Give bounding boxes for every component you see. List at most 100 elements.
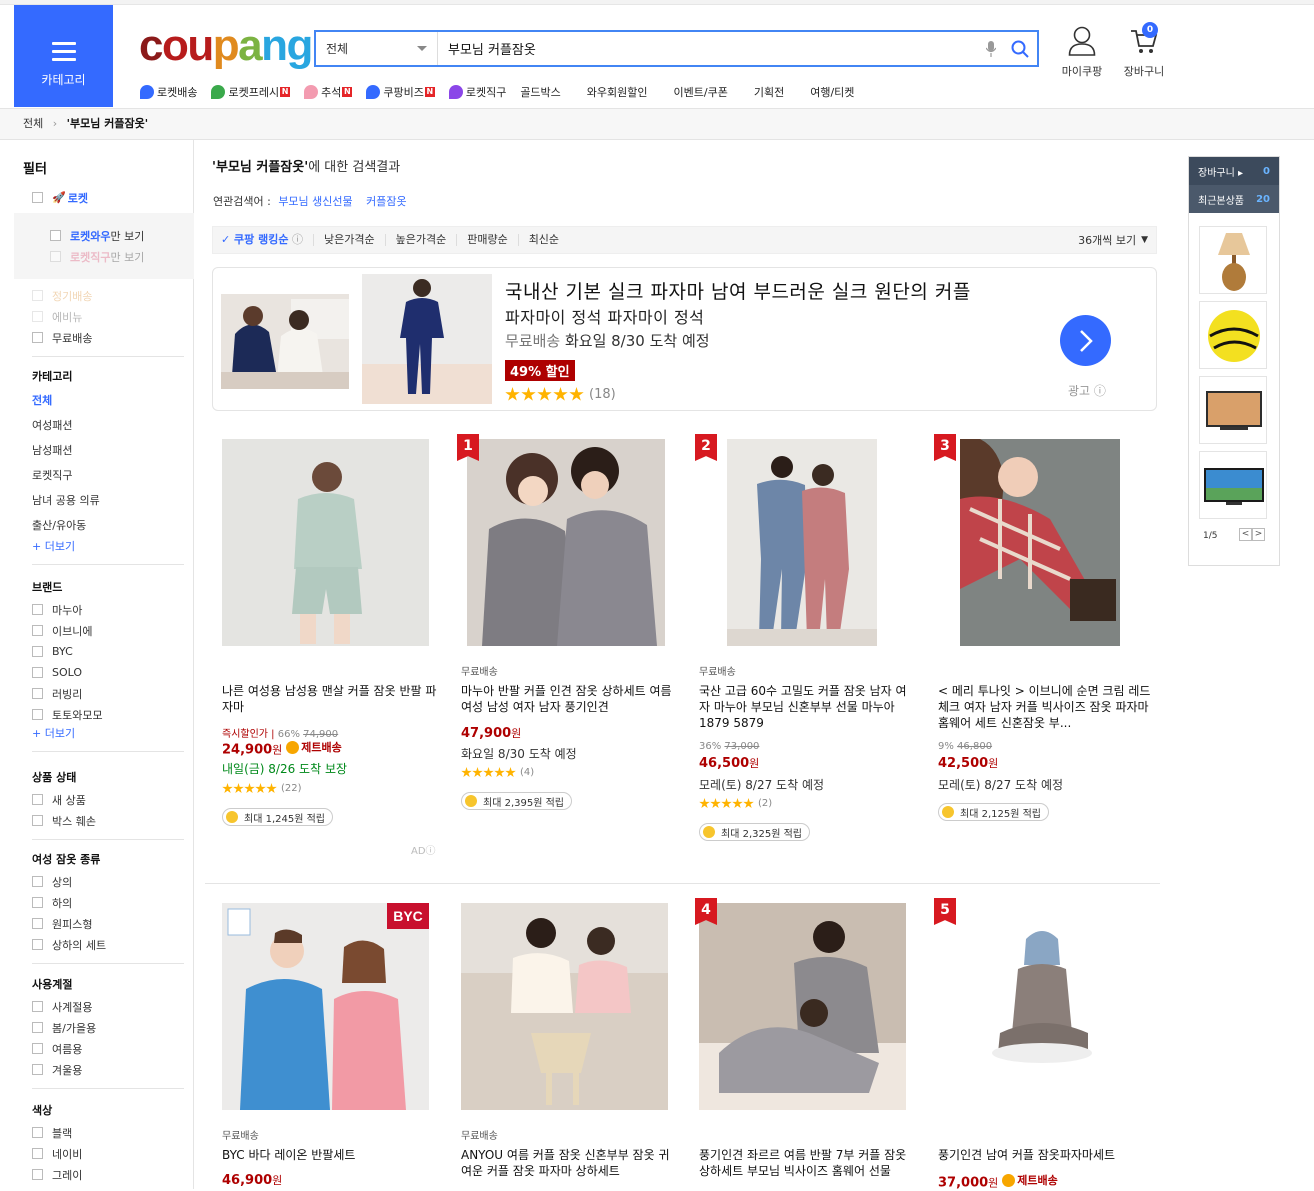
checkbox[interactable]: [32, 311, 43, 322]
menu-item[interactable]: 이벤트/쿠폰: [674, 84, 728, 100]
checkbox[interactable]: [32, 918, 43, 929]
product-image[interactable]: [960, 439, 1120, 646]
checkbox[interactable]: [32, 1043, 43, 1054]
season-filter-option[interactable]: 겨울용: [32, 1059, 192, 1080]
checkbox[interactable]: [50, 251, 61, 262]
ad-go-button[interactable]: [1060, 315, 1111, 366]
product-image[interactable]: BYC: [222, 903, 429, 1110]
menu-item[interactable]: 로켓직구: [448, 84, 506, 100]
cart-button[interactable]: 0 장바구니: [1118, 22, 1170, 79]
type-filter-option[interactable]: 상의: [32, 871, 192, 892]
season-filter-option[interactable]: 봄/가을용: [32, 1017, 192, 1038]
product-name[interactable]: 마누아 반팔 커플 인견 잠옷 상하세트 여름 여성 남성 여자 남자 풍기인견: [461, 683, 679, 715]
checkbox[interactable]: [32, 604, 43, 615]
checkbox[interactable]: [32, 1064, 43, 1075]
checkbox[interactable]: [32, 688, 43, 699]
checkbox[interactable]: [32, 1127, 43, 1138]
related-keyword-link[interactable]: 부모님 생신선물: [278, 195, 352, 208]
brand-filter-option[interactable]: BYC: [32, 641, 192, 662]
checkbox[interactable]: [32, 939, 43, 950]
checkbox[interactable]: [50, 230, 61, 241]
product-name[interactable]: ANYOU 여름 커플 잠옷 신혼부부 잠옷 귀여운 커플 잠옷 파자마 상하세…: [461, 1147, 679, 1179]
checkbox[interactable]: [32, 1148, 43, 1159]
menu-item[interactable]: 로켓프레시 N: [211, 84, 291, 100]
checkbox[interactable]: [32, 332, 43, 343]
category-filter-link[interactable]: 로켓직구: [32, 463, 192, 488]
checkbox[interactable]: [32, 794, 43, 805]
checkbox[interactable]: [32, 1022, 43, 1033]
related-keyword-link[interactable]: 커플잠옷: [366, 195, 406, 208]
sort-coupang-ranking[interactable]: ✓ 쿠팡 랭킹순 ⓘ: [213, 234, 314, 246]
category-filter-link[interactable]: 출산/유아동: [32, 513, 192, 538]
brand-filter-option[interactable]: 토토와모모: [32, 704, 192, 725]
search-input[interactable]: [438, 32, 979, 65]
category-filter-link[interactable]: 남녀 공용 의류: [32, 488, 192, 513]
brand-filter-option[interactable]: SOLO: [32, 662, 192, 683]
checkbox[interactable]: [32, 1169, 43, 1180]
mypage-button[interactable]: 마이쿠팡: [1056, 26, 1108, 79]
season-filter-option[interactable]: 여름용: [32, 1038, 192, 1059]
color-filter-option[interactable]: 네이비: [32, 1143, 192, 1164]
condition-filter-option[interactable]: 새 상품: [32, 789, 192, 810]
color-filter-option[interactable]: 그레이: [32, 1164, 192, 1185]
ad-banner[interactable]: 국내산 기본 실크 파자마 남여 부드러운 실크 원단의 커플 파자마이 정석 …: [212, 267, 1157, 411]
rp-recent-row[interactable]: 최근본상품 20: [1189, 185, 1279, 213]
checkbox[interactable]: [32, 815, 43, 826]
search-scope-select[interactable]: 전체: [316, 32, 438, 65]
checkbox[interactable]: [32, 876, 43, 887]
product-image[interactable]: [938, 903, 1145, 1110]
type-filter-option[interactable]: 원피스형: [32, 913, 192, 934]
menu-item[interactable]: 쿠팡비즈 N: [366, 84, 435, 100]
filter-rocket-global[interactable]: 로켓직구 만 보기: [50, 246, 144, 267]
checkbox[interactable]: [32, 625, 43, 636]
rp-cart-row[interactable]: 장바구니 ▸ 0: [1189, 157, 1279, 185]
product-image[interactable]: [467, 439, 665, 646]
checkbox[interactable]: [32, 897, 43, 908]
product-image[interactable]: [699, 903, 906, 1110]
checkbox[interactable]: [32, 709, 43, 720]
product-name[interactable]: BYC 바다 레이온 반팔세트: [222, 1147, 440, 1163]
brand-filter-option[interactable]: 마누아: [32, 599, 192, 620]
per-page-select[interactable]: 36개씩 보기 ▼: [1078, 232, 1148, 248]
product-image[interactable]: [222, 439, 429, 646]
product-name[interactable]: < 메리 투나잇 > 이브니에 순면 크림 레드 체크 여자 남자 커플 빅사이…: [938, 683, 1156, 731]
menu-item[interactable]: 골드박스: [520, 84, 560, 100]
checkbox[interactable]: [32, 290, 43, 301]
brand-filter-option[interactable]: 러빙리: [32, 683, 192, 704]
menu-item[interactable]: 여행/티켓: [810, 84, 854, 100]
category-filter-link[interactable]: 여성패션: [32, 413, 192, 438]
brand-more-link[interactable]: + 더보기: [32, 725, 192, 743]
product-name[interactable]: 풍기인견 남여 커플 잠옷파자마세트: [938, 1147, 1156, 1163]
menu-item[interactable]: 와우회원할인: [587, 84, 648, 100]
sort-sales[interactable]: 판매량순: [457, 234, 519, 246]
coupang-logo[interactable]: coupang: [139, 20, 313, 72]
sort-newest[interactable]: 최신순: [519, 234, 569, 246]
search-icon[interactable]: [1003, 34, 1037, 64]
product-name[interactable]: 풍기인견 좌르르 여름 반팔 7부 커플 잠옷 상하세트 부모님 빅사이즈 홈웨…: [699, 1147, 909, 1179]
checkbox[interactable]: [32, 1001, 43, 1012]
recent-item-thumbnail[interactable]: [1199, 226, 1267, 294]
product-image[interactable]: [461, 903, 668, 1110]
filter-rocket-wow[interactable]: 로켓와우 만 보기: [50, 225, 144, 246]
checkbox[interactable]: [32, 667, 43, 678]
condition-filter-option[interactable]: 박스 훼손: [32, 810, 192, 831]
recent-item-thumbnail[interactable]: [1199, 376, 1267, 444]
sort-high-price[interactable]: 높은가격순: [386, 234, 458, 246]
menu-item[interactable]: 기획전: [754, 84, 784, 100]
category-menu-button[interactable]: 카테고리: [14, 5, 113, 107]
sort-low-price[interactable]: 낮은가격순: [314, 234, 386, 246]
filter-avenue[interactable]: 에비뉴: [32, 306, 192, 327]
recent-item-thumbnail[interactable]: [1199, 451, 1267, 519]
recent-item-thumbnail[interactable]: [1199, 301, 1267, 369]
type-filter-option[interactable]: 하의: [32, 892, 192, 913]
product-image[interactable]: [727, 439, 877, 646]
filter-rocket[interactable]: 🚀 로켓: [32, 187, 88, 208]
category-filter-link[interactable]: 전체: [32, 388, 192, 413]
category-more-link[interactable]: + 더보기: [32, 538, 192, 556]
microphone-icon[interactable]: [979, 37, 1003, 61]
season-filter-option[interactable]: 사계절용: [32, 996, 192, 1017]
type-filter-option[interactable]: 상하의 세트: [32, 934, 192, 955]
checkbox[interactable]: [32, 646, 43, 657]
brand-filter-option[interactable]: 이브니에: [32, 620, 192, 641]
filter-free-shipping[interactable]: 무료배송: [32, 327, 192, 348]
